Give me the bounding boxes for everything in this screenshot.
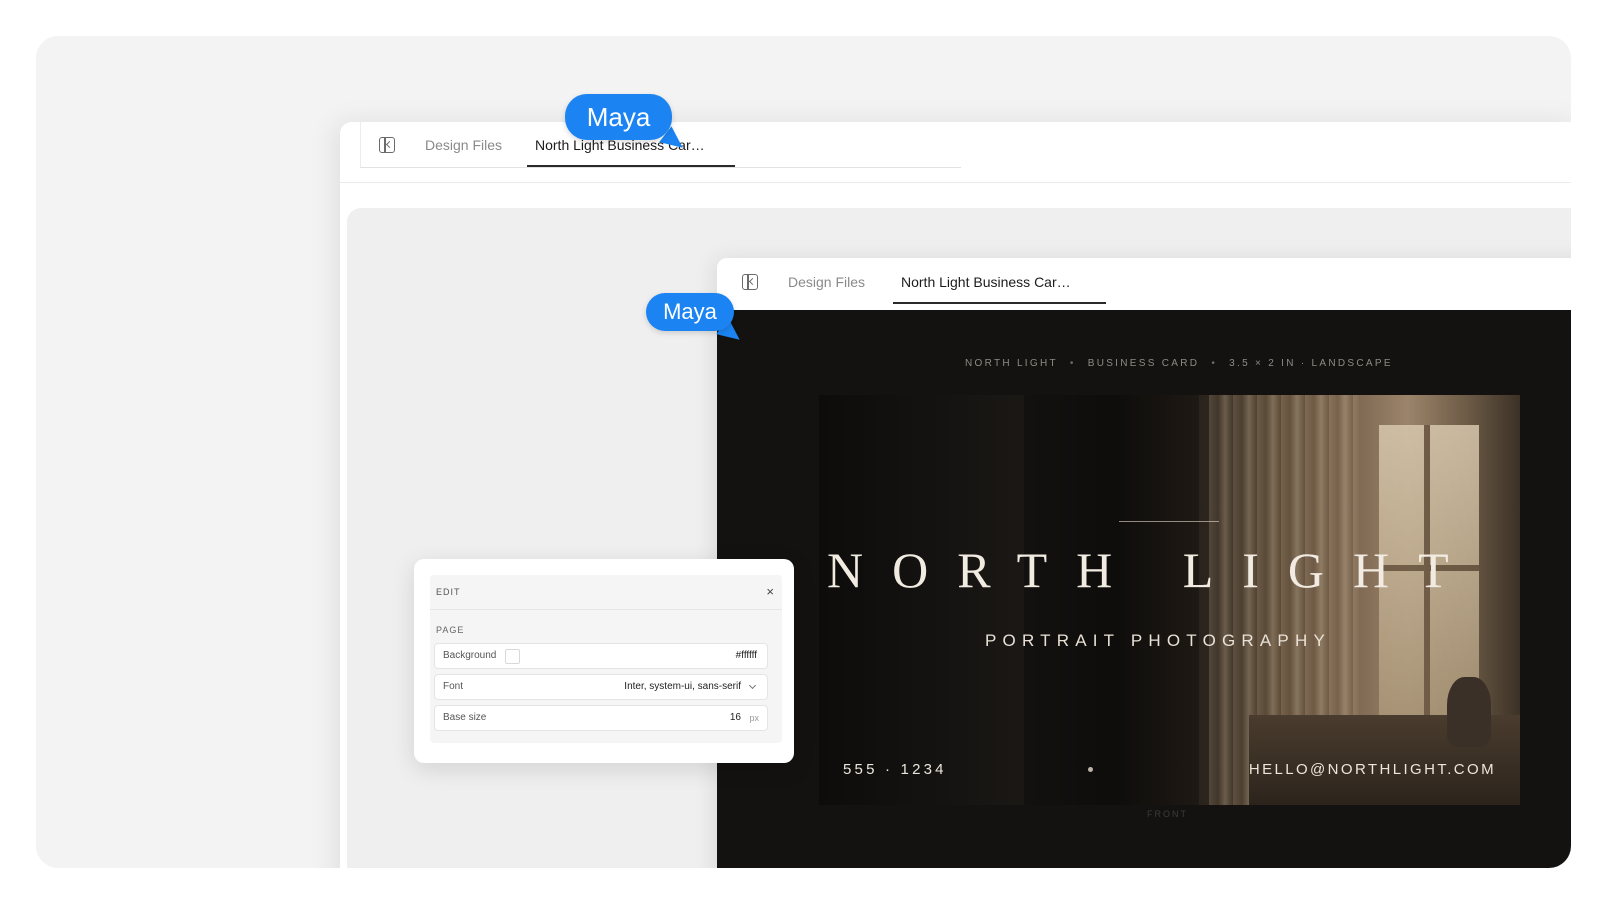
sidebar-toggle-icon[interactable] xyxy=(742,274,758,290)
app-frame: Design Files North Light Business Car… D… xyxy=(36,36,1571,868)
business-card-front[interactable]: NORTH LIGHT PORTRAIT PHOTOGRAPHY 555 · 1… xyxy=(819,395,1520,805)
sidebar-toggle-icon[interactable] xyxy=(379,137,395,153)
background-value[interactable]: #ffffff xyxy=(736,650,757,661)
card-hairline xyxy=(1119,521,1219,522)
edit-panel-title: EDIT xyxy=(436,587,461,597)
active-tab-indicator xyxy=(527,165,735,167)
meta-separator-icon: • xyxy=(1069,358,1076,369)
card-title: NORTH LIGHT xyxy=(827,542,1478,598)
card-side-label: FRONT xyxy=(1147,809,1188,819)
edit-panel-header: EDIT × xyxy=(430,575,782,610)
background-label: Background xyxy=(443,650,497,661)
active-tab-indicator xyxy=(893,302,1106,304)
card-preview-area: NORTH LIGHT • BUSINESS CARD • 3.5 × 2 IN · L… xyxy=(717,310,1571,868)
card-phone: 555 · 1234 xyxy=(843,761,947,778)
card-meta-row: NORTH LIGHT • BUSINESS CARD • 3.5 × 2 IN · L… xyxy=(965,358,1393,369)
preview-canvas: Design Files North Light Business Car… N… xyxy=(347,208,1571,868)
card-subtitle: PORTRAIT PHOTOGRAPHY xyxy=(985,631,1331,650)
collaborator-cursor-label: Maya xyxy=(565,94,672,140)
edit-panel-body: EDIT × PAGE Background #ffffff Font Inte… xyxy=(430,575,782,743)
meta-separator-icon: • xyxy=(1211,358,1218,369)
collaborator-cursor-label: Maya xyxy=(646,293,734,331)
chevron-down-icon[interactable] xyxy=(748,681,757,690)
card-background-shade xyxy=(1024,395,1199,805)
font-label: Font xyxy=(443,681,464,692)
font-value[interactable]: Inter, system-ui, sans-serif xyxy=(624,681,741,692)
inner-tab-bar: Design Files North Light Business Car… xyxy=(717,258,1571,310)
base-size-label: Base size xyxy=(443,712,487,723)
base-size-value[interactable]: 16 xyxy=(730,712,741,723)
tab-north-light-business-card[interactable]: North Light Business Car… xyxy=(901,274,1071,290)
card-email: HELLO@NORTHLIGHT.COM xyxy=(1248,761,1496,778)
tab-design-files[interactable]: Design Files xyxy=(788,274,865,290)
card-vase-image xyxy=(1447,677,1491,747)
meta-type: BUSINESS CARD xyxy=(1087,358,1200,369)
close-icon[interactable]: × xyxy=(766,584,774,599)
base-size-unit: px xyxy=(749,713,759,723)
meta-brand: NORTH LIGHT xyxy=(965,358,1058,369)
edit-panel: EDIT × PAGE Background #ffffff Font Inte… xyxy=(414,559,794,763)
card-dot-separator xyxy=(1088,767,1093,772)
color-swatch[interactable] xyxy=(505,649,520,664)
meta-size: 3.5 × 2 IN · LANDSCAPE xyxy=(1229,358,1393,369)
inner-editor-window: Design Files North Light Business Car… N… xyxy=(717,258,1571,868)
base-size-field[interactable]: Base size 16 px xyxy=(434,705,768,731)
tab-design-files[interactable]: Design Files xyxy=(425,137,502,153)
outer-tab-bar: Design Files North Light Business Car… xyxy=(340,122,1571,183)
font-select[interactable]: Font Inter, system-ui, sans-serif xyxy=(434,674,768,700)
background-field[interactable]: Background #ffffff xyxy=(434,643,768,669)
section-label-page: PAGE xyxy=(436,625,465,635)
